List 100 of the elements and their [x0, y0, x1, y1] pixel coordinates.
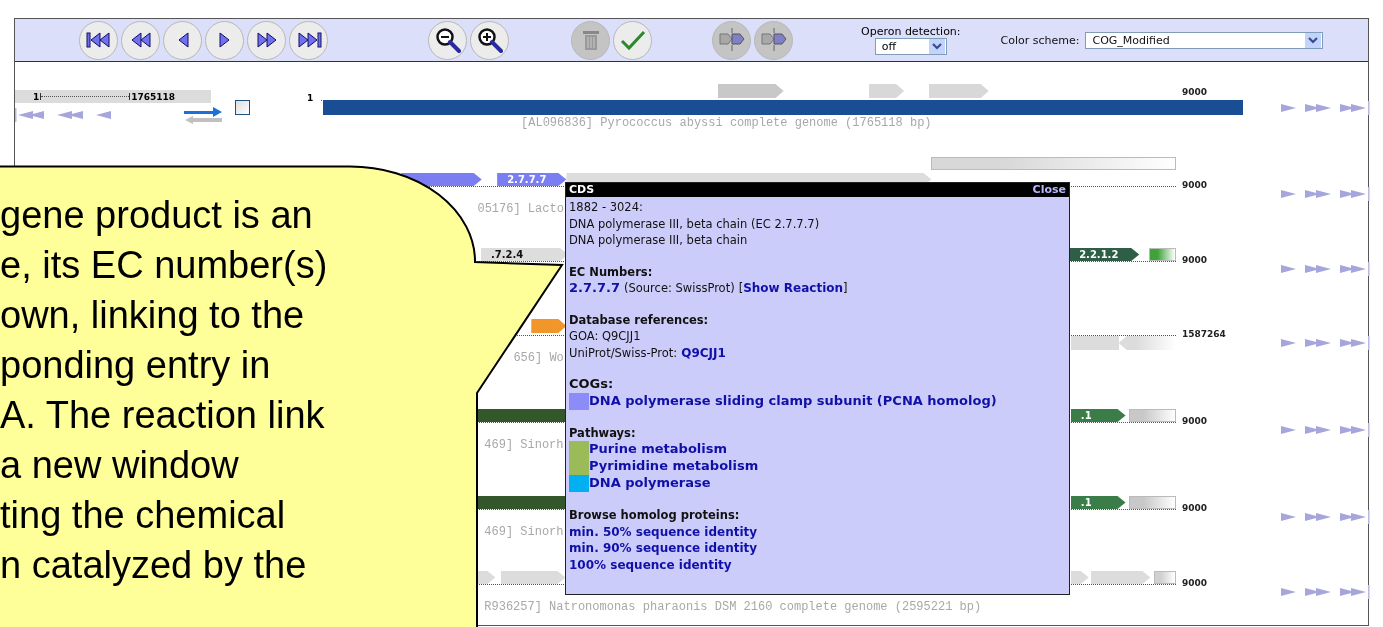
genome-label: 469] Sinorh — [484, 438, 564, 452]
dropdown-caret-icon — [1305, 32, 1322, 48]
fast-forward-icon[interactable] — [1305, 585, 1332, 599]
genome-scale-bar[interactable]: 1 1765118 — [15, 90, 211, 103]
strand-arrows-icon[interactable] — [183, 106, 223, 124]
description-text: DNA polymerase III, beta chain — [569, 232, 749, 249]
color-scheme-select[interactable]: COG_Modified — [1085, 31, 1324, 49]
end-position-label: 9000 — [1182, 180, 1208, 190]
rewind-icon — [129, 31, 152, 49]
callout-text: a new window — [0, 443, 240, 488]
fastforward-button[interactable] — [247, 20, 286, 60]
close-link[interactable]: Close — [1032, 183, 1066, 197]
callout-text: e, its EC number(s) — [0, 243, 328, 288]
bracket-text: [ — [738, 280, 744, 297]
track-checkbox[interactable] — [235, 100, 250, 115]
dropdown-caret-icon — [928, 39, 945, 54]
forward-button[interactable] — [205, 20, 244, 60]
operon-icon — [758, 27, 789, 53]
scale-start-label: 1 — [33, 91, 40, 102]
step-forward-icon[interactable] — [1281, 510, 1297, 524]
end-position-label: 9000 — [1182, 416, 1208, 426]
skip-to-end-icon[interactable] — [1340, 101, 1370, 115]
cog-link[interactable]: DNA polymerase sliding clamp subunit (PCNA homolog) — [589, 392, 997, 410]
step-back-icon — [176, 31, 189, 49]
zoom-out-button[interactable] — [428, 20, 467, 60]
end-position-label: 1587264 — [1182, 329, 1226, 339]
genome-label: [AL096836] Pyrococcus abyssi complete genome (1765118 bp) — [521, 116, 932, 130]
section-heading: Database references: — [569, 311, 710, 328]
fast-forward-icon[interactable] — [1305, 336, 1332, 350]
zoom-out-icon — [434, 27, 461, 53]
pathway-link[interactable]: DNA polymerase — [589, 475, 711, 492]
skip-to-end-icon[interactable] — [1340, 423, 1370, 437]
step-forward-icon[interactable] — [1281, 262, 1297, 276]
end-position-label: 9000 — [1182, 255, 1208, 265]
pathway-link[interactable]: Pyrimidine metabolism — [589, 458, 759, 475]
goa-reference-text: GOA: Q9CJJ1 — [569, 328, 642, 345]
callout-text: ting the chemical — [0, 493, 287, 538]
check-button[interactable] — [613, 20, 652, 60]
last-button[interactable] — [289, 20, 328, 60]
rewind-icon[interactable] — [57, 108, 84, 122]
pathway-link[interactable]: Purine metabolism — [589, 441, 728, 458]
genome-label: 656] Wo — [513, 351, 564, 365]
homolog-link[interactable]: min. 50% sequence identity — [569, 523, 1066, 540]
callout-text: own, linking to the — [0, 293, 306, 338]
genome-label: 469] Sinorh — [484, 525, 564, 539]
back-button[interactable] — [163, 20, 202, 60]
location-text: 1882 - 3024: — [569, 199, 644, 216]
skip-to-end-icon[interactable] — [1340, 585, 1370, 599]
end-position-label: 9000 — [1182, 503, 1208, 513]
skip-to-end-icon[interactable] — [1340, 336, 1370, 350]
fast-forward-icon[interactable] — [1305, 101, 1332, 115]
genome-label: 05176] Lacto — [477, 202, 564, 216]
rewind-button[interactable] — [121, 20, 160, 60]
fast-forward-icon[interactable] — [1305, 187, 1332, 201]
play-icon — [218, 31, 231, 49]
skip-to-start-icon[interactable] — [15, 108, 45, 122]
section-heading: Pathways: — [569, 424, 637, 441]
trash-icon — [580, 28, 601, 52]
step-forward-icon[interactable] — [1281, 101, 1297, 115]
skip-to-end-icon — [295, 31, 322, 49]
ec-number-link[interactable]: 2.7.7.7 — [569, 280, 620, 297]
uniprot-label: UniProt/Swiss-Prot: — [569, 344, 678, 361]
step-forward-icon[interactable] — [1281, 585, 1297, 599]
fast-forward-icon[interactable] — [1305, 423, 1332, 437]
step-forward-icon[interactable] — [1281, 336, 1297, 350]
popup-title: CDS — [569, 183, 595, 197]
start-position-label: 1 — [307, 93, 314, 103]
callout-text: gene product is an — [0, 193, 314, 238]
color-scheme-label: Color scheme: — [1000, 33, 1080, 47]
uniprot-link[interactable]: Q9CJJ1 — [681, 344, 726, 361]
bracket-text: ] — [843, 280, 848, 297]
description-text: DNA polymerase III, beta chain (EC 2.7.7.7) — [569, 215, 821, 232]
source-text: (Source: SwissProt) — [624, 280, 735, 297]
homolog-link[interactable]: 100% sequence identity — [569, 556, 1066, 573]
homolog-link[interactable]: min. 90% sequence identity — [569, 540, 1066, 557]
zoom-in-button[interactable] — [470, 20, 509, 60]
skip-to-end-icon[interactable] — [1340, 262, 1370, 276]
operon-detection-select[interactable]: off — [874, 38, 947, 55]
genome-label: R936257] Natronomonas pharaonis DSM 2160 complete genome (2595221 bp) — [484, 600, 982, 614]
first-button[interactable] — [79, 20, 118, 60]
section-heading: COGs: — [569, 376, 615, 393]
fast-forward-icon[interactable] — [1305, 262, 1332, 276]
operon-icon — [716, 27, 747, 53]
end-position-label: 9000 — [1182, 578, 1208, 588]
fast-forward-icon[interactable] — [1305, 510, 1332, 524]
end-position-label: 9000 — [1182, 87, 1208, 97]
section-heading: EC Numbers: — [569, 263, 654, 280]
operon-detection-label: Operon detection: — [861, 25, 961, 38]
skip-to-end-icon[interactable] — [1340, 187, 1370, 201]
zoom-in-icon — [476, 27, 503, 53]
step-forward-icon[interactable] — [1281, 423, 1297, 437]
check-icon — [619, 29, 646, 51]
show-reaction-link[interactable]: Show Reaction — [743, 280, 844, 297]
section-heading: Browse homolog proteins: — [569, 507, 741, 524]
step-back-icon[interactable] — [96, 108, 112, 122]
step-forward-icon[interactable] — [1281, 187, 1297, 201]
skip-to-end-icon[interactable] — [1340, 510, 1370, 524]
fast-forward-icon — [255, 31, 278, 49]
callout-text: ponding entry in — [0, 343, 272, 388]
callout-text: A. The reaction link — [0, 393, 326, 438]
